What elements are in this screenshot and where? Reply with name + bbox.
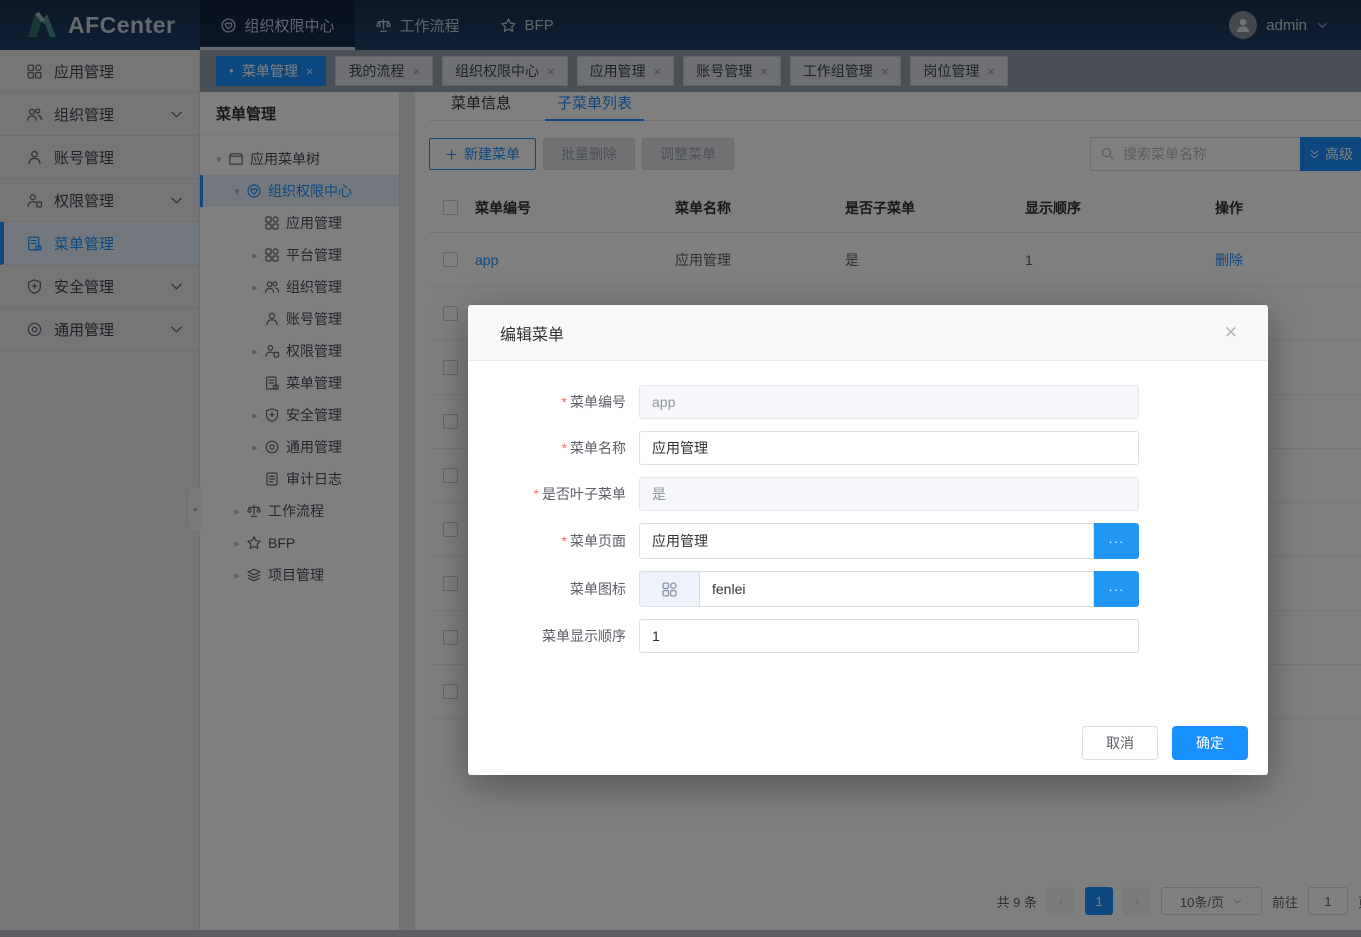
field-label: *是否叶子菜单 (480, 484, 626, 504)
field-label: *菜单编号 (480, 392, 626, 412)
field-is-leaf: *是否叶子菜单 (468, 477, 1268, 511)
menu-page-input[interactable] (639, 523, 1094, 559)
display-order-input[interactable] (639, 619, 1139, 653)
close-icon[interactable]: ✕ (1224, 323, 1238, 343)
field-menu-page: *菜单页面 ··· (468, 523, 1268, 559)
confirm-button[interactable]: 确定 (1172, 726, 1248, 760)
field-label: *菜单页面 (480, 531, 626, 551)
field-menu-name: *菜单名称 (468, 431, 1268, 465)
is-leaf-input (639, 477, 1139, 511)
field-label: 菜单图标 (480, 579, 626, 599)
dialog-header: 编辑菜单 ✕ (468, 305, 1268, 361)
edit-menu-dialog: 编辑菜单 ✕ *菜单编号 *菜单名称 *是否叶子菜单 (468, 305, 1268, 775)
dialog-title: 编辑菜单 (500, 321, 564, 345)
afcenter-app: AFCenter 组织权限中心 工作流程 BFP admin 应用管 (0, 0, 1361, 937)
required-mark: * (534, 486, 539, 502)
ellipsis-icon: ··· (1109, 534, 1125, 549)
required-mark: * (562, 533, 567, 549)
field-label: *菜单名称 (480, 438, 626, 458)
cancel-button[interactable]: 取消 (1082, 726, 1158, 760)
menu-name-input[interactable] (639, 431, 1139, 465)
ellipsis-icon: ··· (1109, 582, 1125, 597)
dialog-body: *菜单编号 *菜单名称 *是否叶子菜单 *菜单页面 (468, 361, 1268, 653)
field-display-order: 菜单显示顺序 (468, 619, 1268, 653)
required-mark: * (562, 394, 567, 410)
dialog-footer: 取消 确定 (468, 711, 1268, 775)
required-mark: * (562, 440, 567, 456)
field-menu-code: *菜单编号 (468, 385, 1268, 419)
grid-icon (661, 581, 678, 598)
menu-icon-picker-button[interactable]: ··· (1094, 571, 1139, 607)
menu-icon-preview (639, 571, 699, 607)
field-menu-icon: 菜单图标 ··· (468, 571, 1268, 607)
menu-icon-input[interactable] (699, 571, 1094, 607)
menu-code-input (639, 385, 1139, 419)
field-label: 菜单显示顺序 (480, 626, 626, 646)
menu-page-picker-button[interactable]: ··· (1094, 523, 1139, 559)
